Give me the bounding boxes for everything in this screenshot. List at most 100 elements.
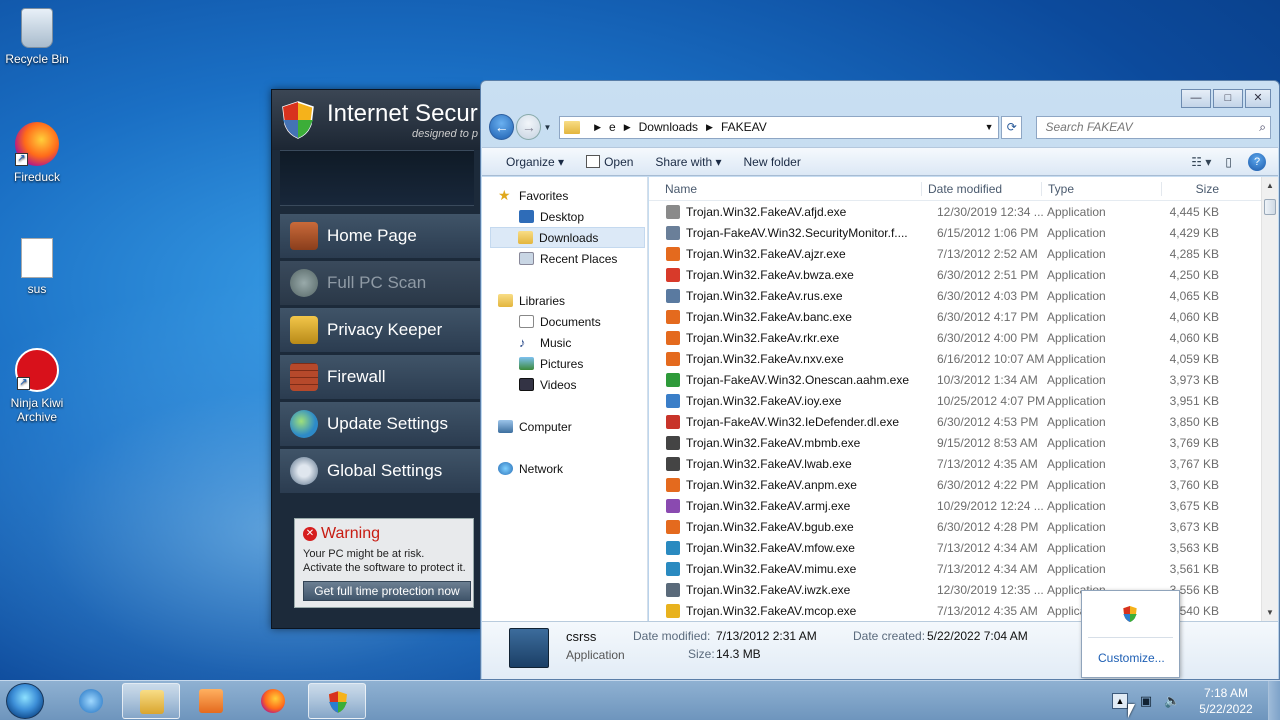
forward-button[interactable]: → [516, 114, 542, 140]
nav-recent-places[interactable]: Recent Places [482, 248, 647, 269]
taskbar-internet-explorer[interactable] [62, 683, 120, 719]
taskbar-security-app[interactable] [308, 683, 366, 719]
av-menu-privacy-keeper[interactable]: Privacy Keeper [280, 308, 482, 352]
file-row[interactable]: Trojan.Win32.FakeAV.mbmb.exe 9/15/2012 8:… [649, 432, 1261, 453]
scroll-up-icon[interactable]: ▲ [1262, 181, 1278, 190]
file-row[interactable]: Trojan.Win32.FakeAv.rus.exe 6/30/2012 4:0… [649, 285, 1261, 306]
nav-desktop[interactable]: Desktop [482, 206, 647, 227]
customize-link[interactable]: Customize... [1098, 651, 1165, 665]
nav-libraries[interactable]: Libraries [482, 290, 647, 311]
vertical-scrollbar[interactable]: ▲ ▼ [1261, 177, 1278, 621]
av-menu-home-page[interactable]: Home Page [280, 214, 482, 258]
desktop-icon-recycle-bin[interactable]: Recycle Bin [0, 8, 74, 66]
file-row[interactable]: Trojan.Win32.FakeAV.bgub.exe 6/30/2012 4:… [649, 516, 1261, 537]
breadcrumb-fakeav[interactable]: FAKEAV [721, 120, 767, 134]
show-hidden-icons-button[interactable]: ▲ [1112, 693, 1128, 709]
file-row[interactable]: Trojan.Win32.FakeAV.armj.exe 10/29/2012 1… [649, 495, 1261, 516]
file-row[interactable]: Trojan.Win32.FakeAV.lwab.exe 7/13/2012 4:… [649, 453, 1261, 474]
file-row[interactable]: Trojan-FakeAV.Win32.IeDefender.dl.exe 6/3… [649, 411, 1261, 432]
column-header-size[interactable]: Size [1161, 181, 1241, 196]
nav-documents[interactable]: Documents [482, 311, 647, 332]
nav-videos[interactable]: Videos [482, 374, 647, 395]
av-menu-update-settings[interactable]: Update Settings [280, 402, 482, 446]
network-icon [498, 462, 513, 475]
nav-downloads[interactable]: Downloads [490, 227, 645, 248]
open-button[interactable]: Open [586, 154, 633, 169]
new-folder-button[interactable]: New folder [743, 155, 800, 169]
file-row[interactable]: Trojan.Win32.FakeAV.ajzr.exe 7/13/2012 2:… [649, 243, 1261, 264]
notification-overflow-popup: Customize... [1081, 590, 1180, 678]
column-header-date[interactable]: Date modified [921, 181, 1041, 196]
desktop-icon-ninja-kiwi[interactable]: ↗ Ninja Kiwi Archive [0, 348, 74, 424]
globe-icon [290, 410, 318, 438]
organize-button[interactable]: Organize ▾ [506, 155, 564, 169]
nav-computer[interactable]: Computer [482, 416, 647, 437]
chevron-right-icon[interactable]: ▶ [624, 122, 631, 133]
desktop-icon-fireduck[interactable]: ↗ Fireduck [0, 122, 74, 184]
security-shield-icon[interactable] [1122, 605, 1138, 623]
column-header-type[interactable]: Type [1041, 181, 1161, 196]
file-row[interactable]: Trojan.Win32.FakeAV.mimu.exe 7/13/2012 4:… [649, 558, 1261, 579]
breadcrumb-downloads[interactable]: Downloads [639, 120, 698, 134]
clock[interactable]: 7:18 AM 5/22/2022 [1190, 685, 1262, 717]
volume-icon[interactable]: 🔈 [1164, 693, 1180, 709]
nav-label: Music [540, 335, 572, 350]
file-row[interactable]: Trojan.Win32.FakeAV.anpm.exe 6/30/2012 4:… [649, 474, 1261, 495]
file-row[interactable]: Trojan-FakeAV.Win32.Onescan.aahm.exe 10/3… [649, 369, 1261, 390]
search-input[interactable]: Search FAKEAV ⌕ [1036, 115, 1271, 139]
chevron-right-icon[interactable]: ▶ [706, 122, 713, 133]
file-size: 3,973 KB [1169, 372, 1219, 387]
scroll-down-icon[interactable]: ▼ [1262, 608, 1278, 617]
file-name-cell: Trojan.Win32.FakeAv.nxv.exe [649, 351, 921, 366]
show-desktop-button[interactable] [1268, 681, 1280, 720]
file-row[interactable]: Trojan.Win32.FakeAv.nxv.exe 6/16/2012 10:… [649, 348, 1261, 369]
search-placeholder: Search FAKEAV [1045, 120, 1133, 134]
breadcrumb-e[interactable]: e [609, 120, 616, 134]
preview-pane-icon[interactable]: ▯ [1225, 155, 1232, 169]
file-type: Application [1047, 309, 1106, 324]
recent-pages-dropdown[interactable]: ▼ [543, 123, 553, 132]
get-protection-button[interactable]: Get full time protection now [303, 581, 471, 601]
start-button[interactable] [6, 683, 44, 719]
address-row: ← → ▼ ▶ e ▶ Downloads ▶ FAKEAV ▼ ⟳ Searc… [489, 114, 1271, 140]
network-status-icon[interactable]: ▣ [1138, 693, 1154, 709]
file-row[interactable]: Trojan.Win32.FakeAV.afjd.exe 12/30/2019 1… [649, 201, 1261, 222]
taskbar-firefox[interactable] [244, 683, 302, 719]
file-row[interactable]: Trojan.Win32.FakeAV.mfow.exe 7/13/2012 4:… [649, 537, 1261, 558]
maximize-button[interactable]: □ [1213, 89, 1243, 108]
av-menu-label: Privacy Keeper [327, 320, 443, 339]
share-with-button[interactable]: Share with ▾ [655, 155, 721, 169]
minimize-button[interactable]: — [1181, 89, 1211, 108]
refresh-button[interactable]: ⟳ [1001, 115, 1023, 139]
file-row[interactable]: Trojan.Win32.FakeAv.banc.exe 6/30/2012 4:… [649, 306, 1261, 327]
nav-music[interactable]: ♪ Music [482, 332, 647, 353]
warning-title: ✕ Warning [303, 525, 467, 543]
application-icon [666, 603, 680, 618]
nav-pictures[interactable]: Pictures [482, 353, 647, 374]
av-menu-full-pc-scan[interactable]: Full PC Scan [280, 261, 482, 305]
desktop-icon-label-line2: Archive [16, 410, 57, 424]
av-menu-global-settings[interactable]: Global Settings [280, 449, 482, 493]
desktop-icon-sus[interactable]: sus [0, 238, 74, 296]
scroll-thumb[interactable] [1264, 199, 1276, 215]
file-row[interactable]: Trojan.Win32.FakeAv.rkr.exe 6/30/2012 4:0… [649, 327, 1261, 348]
file-row[interactable]: Trojan-FakeAV.Win32.SecurityMonitor.f...… [649, 222, 1261, 243]
nav-favorites[interactable]: ★ Favorites [482, 185, 647, 206]
av-menu-firewall[interactable]: Firewall [280, 355, 482, 399]
back-button[interactable]: ← [489, 114, 515, 140]
search-icon[interactable]: ⌕ [1259, 120, 1266, 135]
file-row[interactable]: Trojan.Win32.FakeAV.ioy.exe 10/25/2012 4:… [649, 390, 1261, 411]
av-title: Internet Secur [327, 100, 478, 127]
file-date: 6/30/2012 4:03 PM [937, 288, 1039, 303]
views-icon[interactable]: ☷ ▾ [1191, 155, 1211, 169]
help-icon[interactable]: ? [1248, 152, 1266, 171]
taskbar-media-player[interactable] [182, 683, 240, 719]
file-name: Trojan.Win32.FakeAV.iwzk.exe [686, 582, 851, 597]
file-row[interactable]: Trojan.Win32.FakeAv.bwza.exe 6/30/2012 2:… [649, 264, 1261, 285]
taskbar-file-explorer[interactable] [122, 683, 180, 719]
address-bar[interactable]: ▶ e ▶ Downloads ▶ FAKEAV ▼ [559, 115, 1000, 139]
close-button[interactable]: ✕ [1245, 89, 1271, 108]
column-header-name[interactable]: Name [649, 182, 921, 196]
nav-network[interactable]: Network [482, 458, 647, 479]
chevron-down-icon[interactable]: ▼ [980, 122, 998, 132]
